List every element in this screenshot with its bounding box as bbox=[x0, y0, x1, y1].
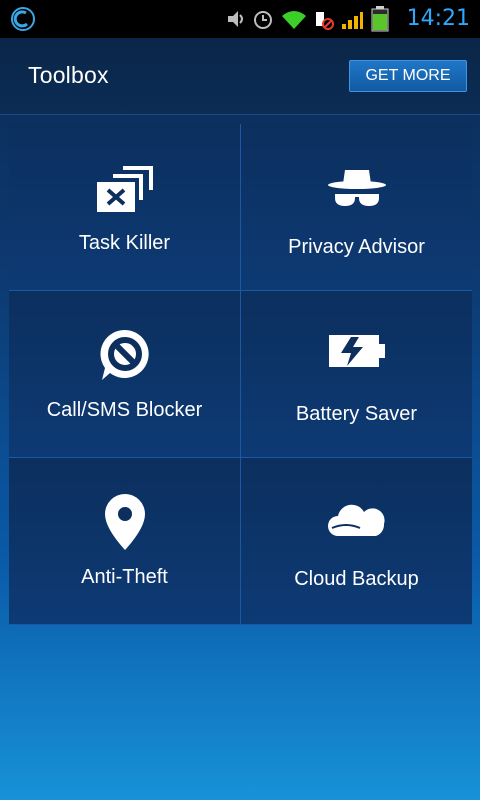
blocker-icon bbox=[99, 329, 149, 380]
tile-battery-saver[interactable]: Battery Saver bbox=[241, 291, 472, 457]
no-sim-icon bbox=[316, 12, 334, 30]
tile-label: Task Killer bbox=[78, 232, 171, 254]
task-killer-icon bbox=[96, 166, 153, 212]
status-clock: 14:21 bbox=[406, 6, 470, 31]
location-pin-icon bbox=[104, 494, 145, 550]
status-icons bbox=[226, 6, 390, 32]
tile-cloud-backup[interactable]: Cloud Backup bbox=[241, 458, 472, 624]
battery-icon bbox=[371, 6, 389, 32]
header: Toolbox GET MORE bbox=[0, 38, 480, 115]
battery-saver-icon bbox=[328, 335, 385, 367]
tile-privacy-advisor[interactable]: Privacy Advisor bbox=[241, 124, 472, 290]
get-more-button[interactable]: GET MORE bbox=[349, 60, 467, 92]
cloud-icon bbox=[327, 504, 385, 536]
privacy-advisor-icon bbox=[327, 170, 386, 206]
toolbox-grid: Task Killer Privacy Advisor Call/SMS Blo… bbox=[9, 124, 472, 625]
tile-task-killer[interactable]: Task Killer bbox=[9, 124, 240, 290]
tile-anti-theft[interactable]: Anti-Theft bbox=[9, 458, 240, 624]
tile-label: Cloud Backup bbox=[294, 568, 419, 590]
alarm-icon bbox=[254, 11, 272, 29]
status-bar: 14:21 bbox=[0, 0, 480, 38]
tile-label: Battery Saver bbox=[295, 403, 418, 425]
app-logo-icon bbox=[11, 7, 35, 31]
volume-icon bbox=[228, 11, 243, 27]
signal-icon bbox=[342, 12, 363, 29]
wifi-icon bbox=[282, 11, 306, 29]
tile-call-sms-blocker[interactable]: Call/SMS Blocker bbox=[9, 291, 240, 457]
tile-label: Anti-Theft bbox=[81, 566, 168, 588]
tile-label: Call/SMS Blocker bbox=[46, 399, 203, 421]
tile-label: Privacy Advisor bbox=[288, 236, 425, 258]
page-title: Toolbox bbox=[28, 62, 109, 88]
